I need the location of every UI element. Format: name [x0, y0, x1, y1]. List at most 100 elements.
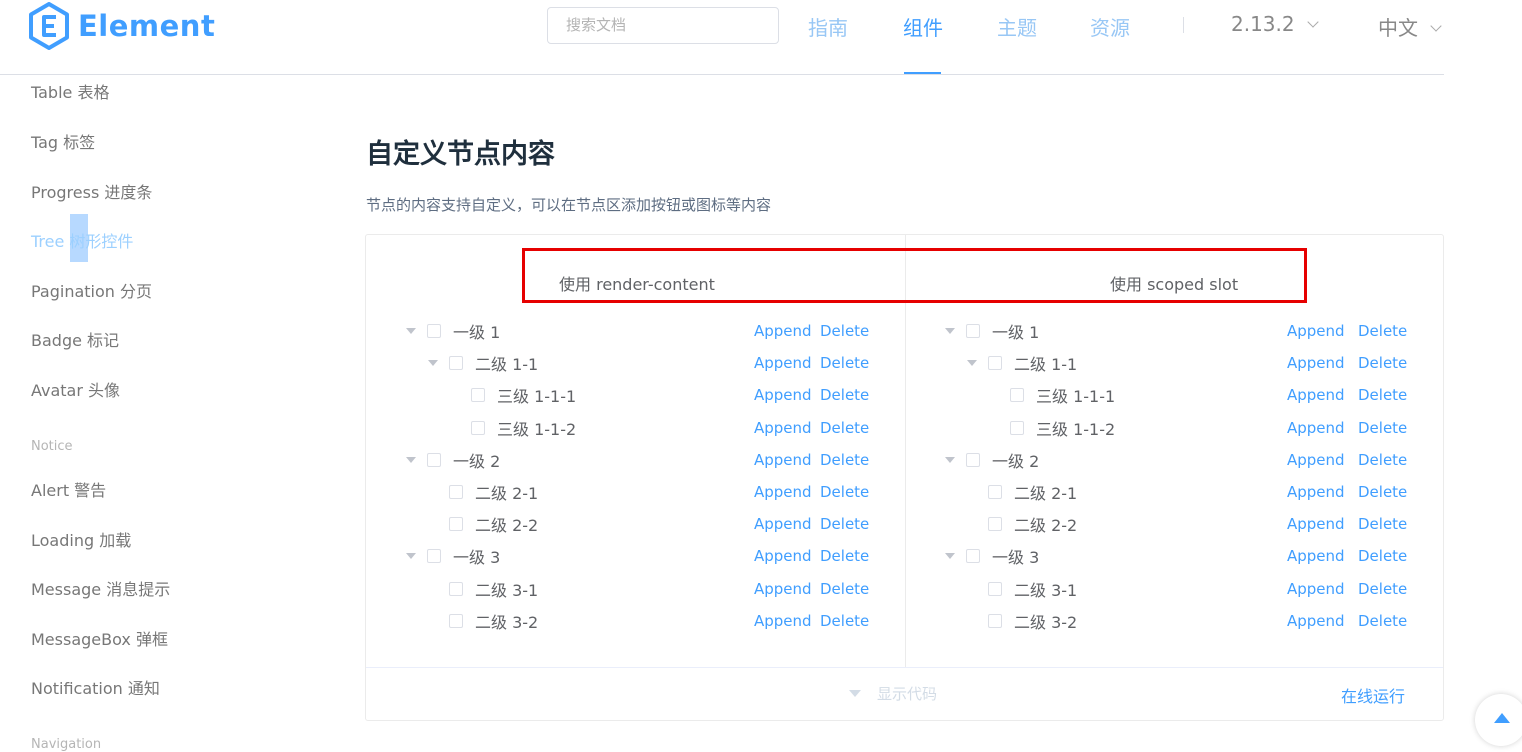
tree-node[interactable]: 一级 2	[945, 444, 1039, 476]
nav-theme[interactable]: 主题	[997, 12, 1037, 41]
tree-node-checkbox[interactable]	[449, 582, 463, 596]
caret-down-icon[interactable]	[967, 360, 977, 366]
tree-node[interactable]: 一级 2	[406, 444, 500, 476]
append-button[interactable]: Append	[1287, 386, 1345, 404]
tree-node-checkbox[interactable]	[449, 485, 463, 499]
delete-button[interactable]: Delete	[820, 483, 869, 501]
caret-down-icon[interactable]	[945, 328, 955, 334]
tree-node[interactable]: 二级 3-1	[967, 573, 1077, 605]
delete-button[interactable]: Delete	[820, 547, 869, 565]
delete-button[interactable]: Delete	[1358, 322, 1407, 340]
tree-node-checkbox[interactable]	[988, 614, 1002, 628]
delete-button[interactable]: Delete	[820, 386, 869, 404]
tree-node[interactable]: 二级 1-1	[428, 347, 538, 379]
caret-down-icon[interactable]	[945, 457, 955, 463]
caret-down-icon[interactable]	[406, 553, 416, 559]
append-button[interactable]: Append	[754, 386, 812, 404]
tree-node[interactable]: 三级 1-1-2	[450, 412, 576, 444]
delete-button[interactable]: Delete	[1358, 515, 1407, 533]
sidebar-item-loading[interactable]: Loading 加载	[31, 527, 131, 551]
append-button[interactable]: Append	[754, 547, 812, 565]
tree-node[interactable]: 二级 1-1	[967, 347, 1077, 379]
tree-node[interactable]: 三级 1-1-1	[450, 379, 576, 411]
sidebar-item-notification[interactable]: Notification 通知	[31, 675, 160, 699]
caret-down-icon[interactable]	[406, 328, 416, 334]
tree-node-checkbox[interactable]	[449, 356, 463, 370]
logo[interactable]: Element	[28, 2, 215, 50]
tree-node-checkbox[interactable]	[1010, 388, 1024, 402]
tree-node[interactable]: 一级 1	[945, 315, 1039, 347]
append-button[interactable]: Append	[754, 322, 812, 340]
tree-node-checkbox[interactable]	[988, 485, 1002, 499]
tree-node[interactable]: 二级 3-2	[428, 605, 538, 637]
caret-down-icon[interactable]	[428, 360, 438, 366]
tree-node-checkbox[interactable]	[471, 388, 485, 402]
tree-node-checkbox[interactable]	[449, 614, 463, 628]
delete-button[interactable]: Delete	[820, 580, 869, 598]
sidebar-item-pagination[interactable]: Pagination 分页	[31, 278, 152, 302]
sidebar-item-table[interactable]: Table 表格	[31, 79, 109, 103]
sidebar-item-alert[interactable]: Alert 警告	[31, 477, 106, 501]
delete-button[interactable]: Delete	[1358, 612, 1407, 630]
version-select[interactable]: 2.13.2	[1231, 12, 1319, 36]
delete-button[interactable]: Delete	[1358, 451, 1407, 469]
append-button[interactable]: Append	[754, 612, 812, 630]
run-online-button[interactable]: 在线运行	[1341, 683, 1405, 707]
delete-button[interactable]: Delete	[820, 419, 869, 437]
delete-button[interactable]: Delete	[1358, 354, 1407, 372]
append-button[interactable]: Append	[754, 451, 812, 469]
delete-button[interactable]: Delete	[820, 451, 869, 469]
tree-node[interactable]: 三级 1-1-1	[989, 379, 1115, 411]
sidebar-item-progress[interactable]: Progress 进度条	[31, 179, 152, 203]
sidebar-item-message[interactable]: Message 消息提示	[31, 576, 170, 600]
tree-node[interactable]: 一级 3	[406, 540, 500, 572]
tree-node[interactable]: 二级 2-1	[428, 476, 538, 508]
append-button[interactable]: Append	[1287, 580, 1345, 598]
delete-button[interactable]: Delete	[1358, 483, 1407, 501]
nav-components[interactable]: 组件	[903, 12, 943, 41]
search-input[interactable]: 搜索文档	[547, 7, 779, 44]
delete-button[interactable]: Delete	[820, 322, 869, 340]
tree-node-checkbox[interactable]	[988, 582, 1002, 596]
delete-button[interactable]: Delete	[1358, 547, 1407, 565]
tree-node-checkbox[interactable]	[427, 453, 441, 467]
tree-node[interactable]: 二级 3-2	[967, 605, 1077, 637]
tree-node-checkbox[interactable]	[966, 453, 980, 467]
tree-node[interactable]: 二级 2-2	[428, 508, 538, 540]
nav-guide[interactable]: 指南	[808, 12, 848, 41]
delete-button[interactable]: Delete	[820, 354, 869, 372]
sidebar-item-badge[interactable]: Badge 标记	[31, 327, 119, 351]
tree-node-checkbox[interactable]	[1010, 421, 1024, 435]
tree-node[interactable]: 二级 2-1	[967, 476, 1077, 508]
append-button[interactable]: Append	[1287, 322, 1345, 340]
tree-node[interactable]: 二级 2-2	[967, 508, 1077, 540]
append-button[interactable]: Append	[754, 515, 812, 533]
tree-node[interactable]: 三级 1-1-2	[989, 412, 1115, 444]
show-code-button[interactable]: 显示代码	[849, 683, 937, 704]
sidebar-item-tag[interactable]: Tag 标签	[31, 129, 95, 153]
nav-resource[interactable]: 资源	[1090, 12, 1130, 41]
append-button[interactable]: Append	[1287, 354, 1345, 372]
tree-node[interactable]: 一级 3	[945, 540, 1039, 572]
delete-button[interactable]: Delete	[1358, 580, 1407, 598]
delete-button[interactable]: Delete	[1358, 419, 1407, 437]
tree-node-checkbox[interactable]	[449, 517, 463, 531]
tree-node-checkbox[interactable]	[988, 517, 1002, 531]
tree-node[interactable]: 二级 3-1	[428, 573, 538, 605]
language-select[interactable]: 中文	[1378, 12, 1442, 41]
tree-node-checkbox[interactable]	[471, 421, 485, 435]
append-button[interactable]: Append	[1287, 515, 1345, 533]
tree-node-checkbox[interactable]	[427, 324, 441, 338]
caret-down-icon[interactable]	[406, 457, 416, 463]
append-button[interactable]: Append	[1287, 483, 1345, 501]
delete-button[interactable]: Delete	[820, 612, 869, 630]
append-button[interactable]: Append	[1287, 612, 1345, 630]
back-to-top-button[interactable]	[1475, 694, 1522, 746]
caret-down-icon[interactable]	[945, 553, 955, 559]
tree-node[interactable]: 一级 1	[406, 315, 500, 347]
tree-node-checkbox[interactable]	[427, 549, 441, 563]
tree-node-checkbox[interactable]	[988, 356, 1002, 370]
append-button[interactable]: Append	[1287, 451, 1345, 469]
append-button[interactable]: Append	[754, 354, 812, 372]
delete-button[interactable]: Delete	[820, 515, 869, 533]
